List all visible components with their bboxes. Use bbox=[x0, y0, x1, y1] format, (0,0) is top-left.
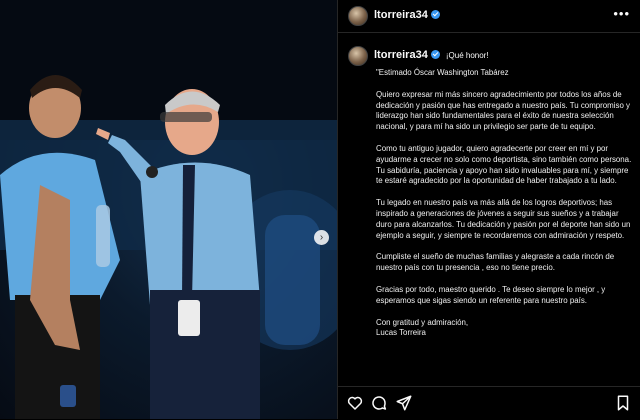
post-sidebar: ltorreira34 ••• ltorreira34 ¡Qué honor! … bbox=[338, 0, 640, 419]
caption-body: "Estimado Óscar Washington Tabárez Quier… bbox=[376, 68, 634, 339]
author-username[interactable]: ltorreira34 bbox=[374, 9, 440, 21]
caption-signoff: Con gratitud y admiración, bbox=[376, 317, 469, 327]
caption-username[interactable]: ltorreira34 bbox=[374, 49, 428, 61]
post-photo-illustration bbox=[0, 0, 337, 419]
caption-paragraph: Gracias por todo, maestro querido . Te d… bbox=[376, 284, 606, 305]
caption-paragraph: "Estimado Óscar Washington Tabárez bbox=[376, 68, 509, 77]
chevron-right-icon: › bbox=[319, 232, 324, 243]
caption-signature: Lucas Torreira bbox=[376, 328, 426, 338]
post-actions bbox=[338, 386, 640, 420]
verified-badge-icon bbox=[430, 50, 440, 59]
caption-paragraph: Como tu antiguo jugador, quiero agradece… bbox=[376, 143, 632, 186]
comment-icon[interactable] bbox=[370, 394, 388, 412]
author-username-text[interactable]: ltorreira34 bbox=[374, 9, 428, 21]
heart-icon[interactable] bbox=[346, 394, 364, 412]
carousel-next-button[interactable]: › bbox=[314, 230, 329, 245]
bookmark-icon[interactable] bbox=[614, 394, 632, 412]
caption-header: ltorreira34 ¡Qué honor! bbox=[374, 49, 634, 61]
verified-badge-icon bbox=[430, 10, 440, 19]
caption-paragraph: Tu legado en nuestro país va más allá de… bbox=[376, 198, 631, 240]
post-header: ltorreira34 ••• bbox=[338, 0, 640, 33]
more-horizontal-icon: ••• bbox=[613, 6, 630, 21]
caption-avatar[interactable] bbox=[348, 46, 368, 66]
caption-paragraph: Quiero expresar mi más sincero agradecim… bbox=[376, 89, 630, 132]
more-options-button[interactable]: ••• bbox=[613, 6, 630, 21]
caption-title: ¡Qué honor! bbox=[445, 51, 489, 60]
author-avatar[interactable] bbox=[348, 6, 368, 26]
post-image[interactable]: › bbox=[0, 0, 337, 419]
caption-paragraph: Cumpliste el sueño de muchas familias y … bbox=[376, 252, 615, 273]
share-icon[interactable] bbox=[395, 394, 413, 412]
